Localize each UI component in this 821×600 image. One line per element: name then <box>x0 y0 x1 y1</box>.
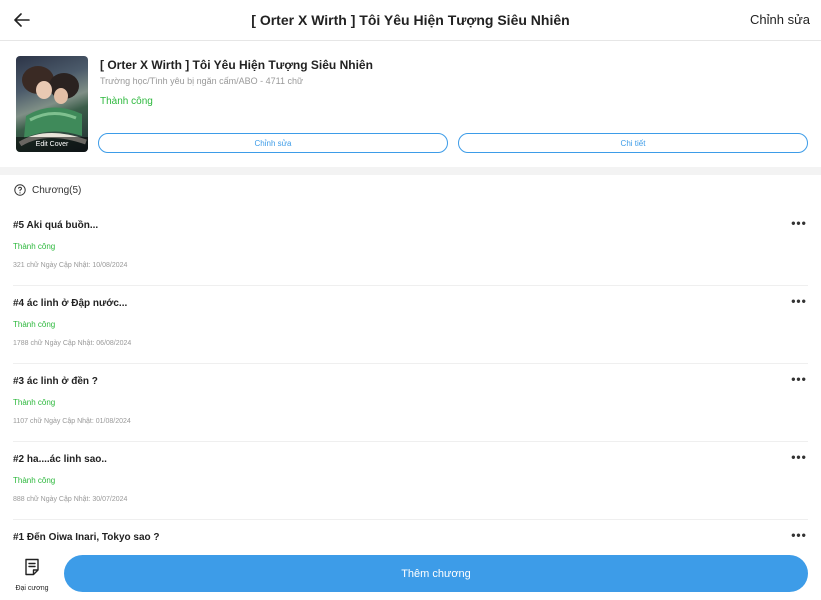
more-options-icon[interactable]: ••• <box>789 528 809 544</box>
chapter-status: Thành công <box>13 398 56 407</box>
chapter-meta: 888 chữ Ngày Cập Nhật: 30/07/2024 <box>13 496 128 503</box>
chapter-item[interactable]: #5 Aki quá buồn... Thành công 321 chữ Ng… <box>0 208 821 286</box>
add-chapter-button[interactable]: Thêm chương <box>64 555 808 592</box>
chapter-meta: 1107 chữ Ngày Cập Nhật: 01/08/2024 <box>13 418 131 425</box>
chapter-title: #3 ác linh ở đền ? <box>13 376 98 387</box>
chapter-item[interactable]: #4 ác linh ở Đập nước... Thành công 1788… <box>0 286 821 364</box>
question-circle-icon <box>14 184 26 196</box>
story-edit-button[interactable]: Chỉnh sửa <box>98 133 448 153</box>
edit-cover-label: Edit Cover <box>16 137 88 152</box>
outline-label: Đại cương <box>15 585 49 592</box>
chapters-heading: Chương(5) <box>14 184 81 196</box>
section-divider <box>0 167 821 175</box>
story-status: Thành công <box>100 96 153 107</box>
chapter-status: Thành công <box>13 476 56 485</box>
story-cover[interactable]: Edit Cover <box>16 56 88 152</box>
page-title: [ Orter X Wirth ] Tôi Yêu Hiện Tượng Siê… <box>251 12 570 28</box>
story-title: [ Orter X Wirth ] Tôi Yêu Hiện Tượng Siê… <box>100 58 373 72</box>
note-icon <box>25 558 39 576</box>
chapter-status: Thành công <box>13 320 56 329</box>
more-options-icon[interactable]: ••• <box>789 372 809 388</box>
back-button[interactable] <box>8 6 36 34</box>
story-genre: Trường học/Tình yêu bị ngăn cấm/ABO - 47… <box>100 76 304 86</box>
chapter-item[interactable]: #2 ha....ác linh sao.. Thành công 888 ch… <box>0 442 821 520</box>
header-edit-button[interactable]: Chỉnh sửa <box>750 12 810 27</box>
chapter-title: #1 Đến Oiwa Inari, Tokyo sao ? <box>13 532 160 543</box>
top-bar: [ Orter X Wirth ] Tôi Yêu Hiện Tượng Siê… <box>0 0 821 41</box>
chapter-meta: 321 chữ Ngày Cập Nhật: 10/08/2024 <box>13 262 128 269</box>
chapter-item[interactable]: #1 Đến Oiwa Inari, Tokyo sao ? ••• <box>0 520 821 550</box>
chapter-title: #5 Aki quá buồn... <box>13 220 99 231</box>
chapter-status: Thành công <box>13 242 56 251</box>
arrow-left-icon <box>14 13 30 27</box>
bottom-bar: Đại cương Thêm chương <box>0 550 821 600</box>
story-card: Edit Cover [ Orter X Wirth ] Tôi Yêu Hiệ… <box>0 41 821 167</box>
story-detail-button[interactable]: Chi tiết <box>458 133 808 153</box>
chapter-title: #2 ha....ác linh sao.. <box>13 454 107 465</box>
chapter-item[interactable]: #3 ác linh ở đền ? Thành công 1107 chữ N… <box>0 364 821 442</box>
outline-button[interactable]: Đại cương <box>8 556 56 596</box>
chapter-meta: 1788 chữ Ngày Cập Nhật: 06/08/2024 <box>13 340 132 347</box>
more-options-icon[interactable]: ••• <box>789 216 809 232</box>
chapters-heading-label: Chương(5) <box>32 184 82 196</box>
more-options-icon[interactable]: ••• <box>789 294 809 310</box>
chapter-title: #4 ác linh ở Đập nước... <box>13 298 128 309</box>
more-options-icon[interactable]: ••• <box>789 450 809 466</box>
